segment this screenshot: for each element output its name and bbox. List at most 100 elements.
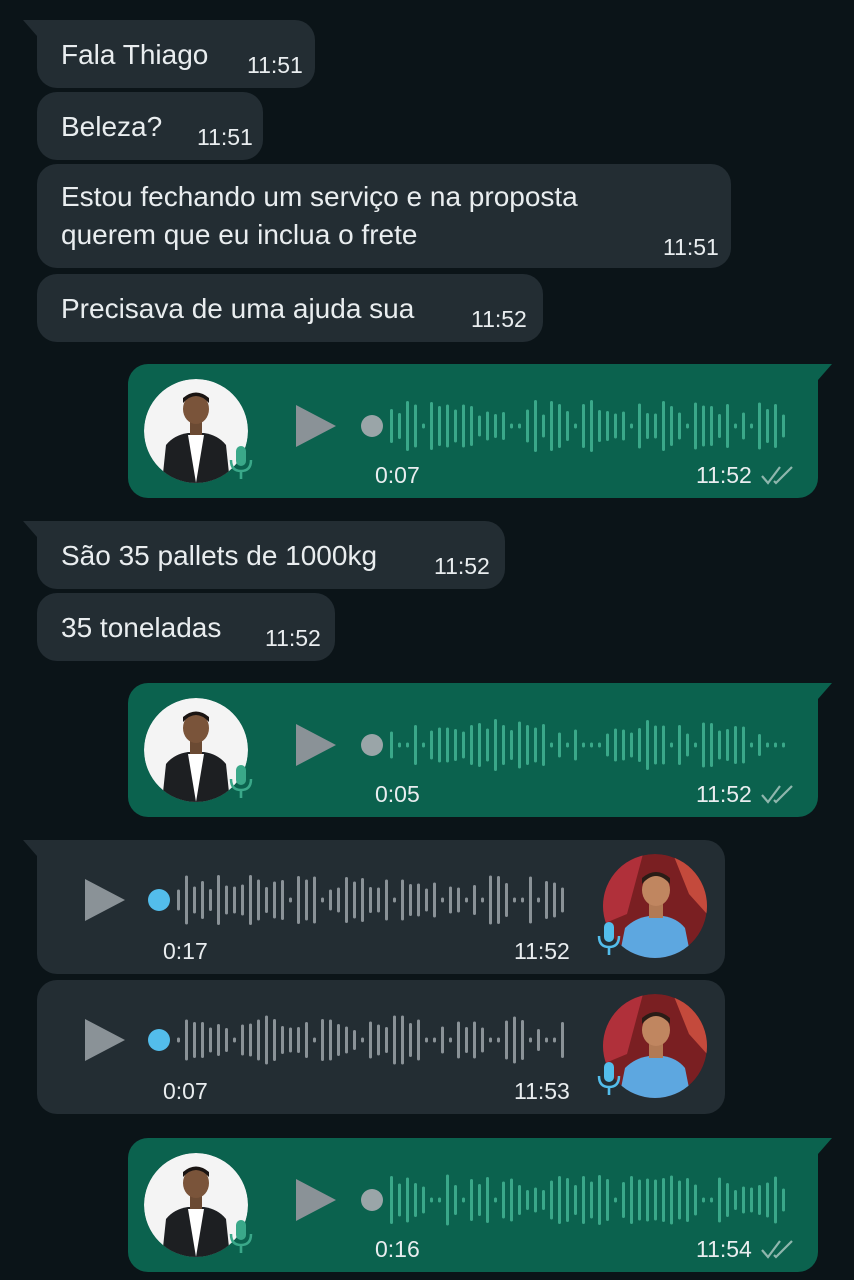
- waveform-bar: [670, 406, 673, 446]
- waveform-bar: [537, 1029, 540, 1051]
- progress-dot[interactable]: [148, 889, 170, 911]
- microphone-icon: [229, 446, 253, 479]
- waveform-bar: [385, 879, 388, 921]
- waveform-bar: [646, 720, 649, 770]
- waveform-bar: [497, 1037, 500, 1043]
- double-check-icon: [761, 466, 793, 485]
- waveform-bar: [377, 1024, 380, 1056]
- waveform-bar: [433, 1037, 436, 1043]
- waveform-bar: [606, 1179, 609, 1221]
- waveform-bar: [473, 1021, 476, 1059]
- voice-message-incoming[interactable]: 0:07 11:53: [37, 980, 725, 1114]
- play-icon[interactable]: [83, 877, 127, 923]
- waveform-bar: [441, 1026, 444, 1054]
- waveform-bar: [782, 414, 785, 438]
- progress-dot[interactable]: [361, 1189, 383, 1211]
- waveform-bar: [638, 403, 641, 449]
- waveform-bar: [361, 878, 364, 922]
- waveform-bar: [782, 1188, 785, 1212]
- waveform-bar: [758, 734, 761, 756]
- message-bubble-incoming[interactable]: 35 toneladas 11:52: [37, 593, 335, 661]
- waveform-bar: [561, 1022, 564, 1058]
- waveform-bar: [598, 1175, 601, 1225]
- waveform-bar: [521, 897, 524, 903]
- voice-message-incoming[interactable]: 0:17 11:52: [23, 840, 725, 974]
- waveform-bar: [678, 1180, 681, 1220]
- play-icon[interactable]: [83, 1017, 127, 1063]
- message-bubble-incoming[interactable]: Estou fechando um serviço e na proposta …: [37, 164, 731, 268]
- waveform-bar: [369, 1021, 372, 1059]
- waveform-bar: [390, 1176, 393, 1224]
- voice-message-outgoing[interactable]: 0:07 11:52: [128, 364, 832, 498]
- waveform-bar: [742, 412, 745, 440]
- microphone-icon: [597, 922, 621, 955]
- waveform-bar: [513, 897, 516, 903]
- waveform-bar: [425, 888, 428, 912]
- waveform-bar: [470, 1179, 473, 1221]
- waveform-bar: [481, 897, 484, 903]
- waveform-bar: [622, 1182, 625, 1218]
- voice-message-outgoing[interactable]: 0:16 11:54: [128, 1138, 832, 1272]
- waveform-bar: [742, 726, 745, 764]
- waveform[interactable]: [147, 870, 567, 930]
- waveform[interactable]: [360, 1170, 788, 1230]
- waveform-bar: [414, 1183, 417, 1217]
- voice-duration: 0:05: [375, 781, 420, 807]
- waveform-bar: [550, 1180, 553, 1220]
- waveform[interactable]: [147, 1010, 567, 1070]
- play-icon[interactable]: [294, 403, 338, 449]
- message-time: 11:52: [265, 625, 321, 651]
- waveform-bar: [702, 1197, 705, 1203]
- waveform-bar: [470, 725, 473, 765]
- waveform-bar: [305, 1022, 308, 1058]
- waveform-bar: [409, 1023, 412, 1057]
- waveform-bar: [414, 404, 417, 448]
- waveform-bar: [678, 412, 681, 440]
- waveform-bar: [454, 729, 457, 761]
- message-time: 11:54: [696, 1236, 752, 1262]
- message-bubble-incoming[interactable]: São 35 pallets de 1000kg 11:52: [23, 521, 505, 589]
- waveform-bar: [510, 423, 513, 429]
- message-bubble-incoming[interactable]: Precisava de uma ajuda sua 11:52: [37, 274, 543, 342]
- progress-dot[interactable]: [361, 415, 383, 437]
- waveform-bar: [193, 886, 196, 914]
- waveform-bar: [337, 1024, 340, 1056]
- waveform-bar: [638, 1179, 641, 1221]
- waveform-bar: [534, 1187, 537, 1213]
- waveform-bar: [241, 1024, 244, 1056]
- waveform-bar: [694, 402, 697, 450]
- waveform-bar: [185, 875, 188, 925]
- message-bubble-incoming[interactable]: Fala Thiago 11:51: [23, 20, 315, 88]
- waveform-bar: [566, 411, 569, 441]
- message-bubble-incoming[interactable]: Beleza? 11:51: [37, 92, 263, 160]
- waveform-bar: [558, 404, 561, 448]
- waveform-bar: [289, 1027, 292, 1053]
- waveform-bar: [710, 406, 713, 446]
- double-check-icon: [761, 785, 793, 804]
- waveform-bar: [662, 1178, 665, 1222]
- play-icon[interactable]: [294, 1177, 338, 1223]
- waveform-bar: [622, 411, 625, 441]
- waveform-bar: [337, 887, 340, 913]
- waveform-bar: [606, 733, 609, 757]
- waveform[interactable]: [360, 396, 788, 456]
- waveform-bar: [465, 1027, 468, 1053]
- waveform-bar: [718, 730, 721, 760]
- voice-message-outgoing[interactable]: 0:05 11:52: [128, 683, 832, 817]
- waveform-bar: [422, 1186, 425, 1214]
- waveform-bar: [209, 889, 212, 911]
- waveform-bar: [686, 733, 689, 757]
- waveform-bar: [313, 1037, 316, 1043]
- progress-dot[interactable]: [361, 734, 383, 756]
- waveform-bar: [505, 883, 508, 917]
- waveform-bar: [726, 1183, 729, 1217]
- waveform-bar: [257, 1019, 260, 1061]
- microphone-icon: [229, 765, 253, 798]
- waveform-bar: [353, 1030, 356, 1050]
- progress-dot[interactable]: [148, 1029, 170, 1051]
- double-check-icon: [761, 1240, 793, 1259]
- waveform-bar: [422, 423, 425, 429]
- waveform[interactable]: [360, 715, 788, 775]
- waveform-bar: [542, 724, 545, 766]
- play-icon[interactable]: [294, 722, 338, 768]
